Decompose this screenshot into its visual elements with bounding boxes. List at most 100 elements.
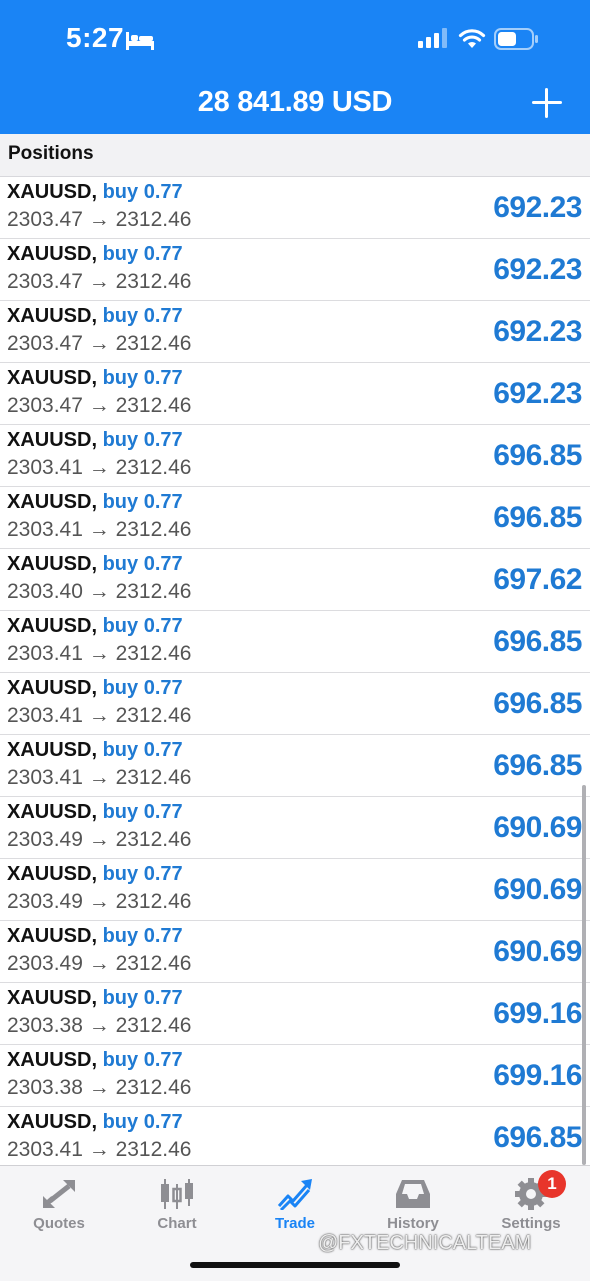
position-row[interactable]: XAUUSD, buy 0.77 2303.41 → 2312.46 696.85 <box>0 425 590 487</box>
settings-notification-badge: 1 <box>538 1170 566 1198</box>
position-row[interactable]: XAUUSD, buy 0.77 2303.41 → 2312.46 696.85 <box>0 487 590 549</box>
tab-label-settings: Settings <box>501 1215 561 1232</box>
status-time: 5:27 <box>66 22 125 53</box>
position-symbol: XAUUSD, buy 0.77 <box>7 863 183 886</box>
symbol-name: XAUUSD, <box>7 863 98 885</box>
position-row[interactable]: XAUUSD, buy 0.77 2303.38 → 2312.46 699.16 <box>0 983 590 1045</box>
positions-section-header: Positions <box>0 134 590 177</box>
tab-label-chart: Chart <box>157 1215 197 1232</box>
price-range: 2303.49 → 2312.46 <box>7 828 192 851</box>
position-row[interactable]: XAUUSD, buy 0.77 2303.47 → 2312.46 692.23 <box>0 239 590 301</box>
price-range: 2303.41 → 2312.46 <box>7 704 192 727</box>
trade-direction-volume: buy 0.77 <box>102 243 183 265</box>
position-row[interactable]: XAUUSD, buy 0.77 2303.49 → 2312.46 690.69 <box>0 859 590 921</box>
position-profit: 696.85 <box>493 439 582 472</box>
candlestick-chart-icon <box>161 1179 193 1209</box>
position-symbol: XAUUSD, buy 0.77 <box>7 677 183 700</box>
home-indicator[interactable] <box>190 1262 400 1268</box>
trade-direction-volume: buy 0.77 <box>102 491 183 513</box>
position-profit: 696.85 <box>493 687 582 720</box>
trade-direction-volume: buy 0.77 <box>102 367 183 389</box>
watermark: @FXTECHNICALTEAM <box>318 1232 532 1254</box>
price-range: 2303.47 → 2312.46 <box>7 394 192 417</box>
position-symbol: XAUUSD, buy 0.77 <box>7 367 183 390</box>
position-symbol: XAUUSD, buy 0.77 <box>7 305 183 328</box>
symbol-name: XAUUSD, <box>7 367 98 389</box>
position-symbol: XAUUSD, buy 0.77 <box>7 491 183 514</box>
position-profit: 699.16 <box>493 997 582 1030</box>
position-row[interactable]: XAUUSD, buy 0.77 2303.41 → 2312.46 696.85 <box>0 673 590 735</box>
price-range: 2303.40 → 2312.46 <box>7 580 192 603</box>
trade-direction-volume: buy 0.77 <box>102 1049 183 1071</box>
tab-label-trade: Trade <box>274 1215 316 1232</box>
position-row[interactable]: XAUUSD, buy 0.77 2303.41 → 2312.46 696.85 <box>0 611 590 673</box>
position-row[interactable]: XAUUSD, buy 0.77 2303.41 → 2312.46 696.85 <box>0 735 590 797</box>
position-symbol: XAUUSD, buy 0.77 <box>7 801 183 824</box>
position-profit: 692.23 <box>493 253 582 286</box>
tab-label-history: History <box>387 1215 439 1232</box>
position-profit: 692.23 <box>493 315 582 348</box>
position-row[interactable]: XAUUSD, buy 0.77 2303.40 → 2312.46 697.62 <box>0 549 590 611</box>
price-range: 2303.47 → 2312.46 <box>7 270 192 293</box>
price-range: 2303.41 → 2312.46 <box>7 1138 192 1161</box>
position-row[interactable]: XAUUSD, buy 0.77 2303.38 → 2312.46 699.16 <box>0 1045 590 1107</box>
trade-direction-volume: buy 0.77 <box>102 553 183 575</box>
position-row[interactable]: XAUUSD, buy 0.77 2303.47 → 2312.46 692.23 <box>0 177 590 239</box>
position-symbol: XAUUSD, buy 0.77 <box>7 181 183 204</box>
price-range: 2303.38 → 2312.46 <box>7 1014 192 1037</box>
symbol-name: XAUUSD, <box>7 925 98 947</box>
trade-direction-volume: buy 0.77 <box>102 615 183 637</box>
position-symbol: XAUUSD, buy 0.77 <box>7 739 183 762</box>
app-header: 5:27 28 841.89 USD <box>0 0 590 134</box>
symbol-name: XAUUSD, <box>7 305 98 327</box>
position-profit: 699.16 <box>493 1059 582 1092</box>
position-symbol: XAUUSD, buy 0.77 <box>7 429 183 452</box>
position-profit: 690.69 <box>493 873 582 906</box>
position-symbol: XAUUSD, buy 0.77 <box>7 615 183 638</box>
quotes-arrows-icon <box>43 1180 75 1208</box>
cellular-signal-icon <box>418 28 447 48</box>
symbol-name: XAUUSD, <box>7 243 98 265</box>
position-row[interactable]: XAUUSD, buy 0.77 2303.47 → 2312.46 692.23 <box>0 363 590 425</box>
scrollbar[interactable] <box>582 785 586 1165</box>
symbol-name: XAUUSD, <box>7 1049 98 1071</box>
price-range: 2303.47 → 2312.46 <box>7 208 192 231</box>
position-profit: 696.85 <box>493 501 582 534</box>
position-profit: 690.69 <box>493 935 582 968</box>
wifi-icon <box>458 29 486 48</box>
tab-quotes[interactable]: Quotes <box>0 1166 118 1246</box>
symbol-name: XAUUSD, <box>7 429 98 451</box>
trade-trend-icon <box>277 1179 312 1210</box>
position-profit: 692.23 <box>493 191 582 224</box>
plus-icon[interactable] <box>532 88 562 118</box>
trade-direction-volume: buy 0.77 <box>102 925 183 947</box>
tab-chart[interactable]: Chart <box>118 1166 236 1246</box>
sleep-focus-icon <box>126 32 154 50</box>
price-range: 2303.49 → 2312.46 <box>7 890 192 913</box>
position-symbol: XAUUSD, buy 0.77 <box>7 987 183 1010</box>
symbol-name: XAUUSD, <box>7 801 98 823</box>
price-range: 2303.41 → 2312.46 <box>7 766 192 789</box>
symbol-name: XAUUSD, <box>7 677 98 699</box>
position-row[interactable]: XAUUSD, buy 0.77 2303.41 → 2312.46 696.85 <box>0 1107 590 1169</box>
position-profit: 696.85 <box>493 1121 582 1154</box>
battery-icon <box>494 28 538 50</box>
trade-direction-volume: buy 0.77 <box>102 429 183 451</box>
trade-direction-volume: buy 0.77 <box>102 181 183 203</box>
position-symbol: XAUUSD, buy 0.77 <box>7 925 183 948</box>
symbol-name: XAUUSD, <box>7 615 98 637</box>
positions-list: XAUUSD, buy 0.77 2303.47 → 2312.46 692.23 X… <box>0 177 590 1169</box>
inbox-tray-icon <box>396 1180 430 1208</box>
position-row[interactable]: XAUUSD, buy 0.77 2303.47 → 2312.46 692.23 <box>0 301 590 363</box>
symbol-name: XAUUSD, <box>7 181 98 203</box>
symbol-name: XAUUSD, <box>7 553 98 575</box>
position-symbol: XAUUSD, buy 0.77 <box>7 553 183 576</box>
price-range: 2303.41 → 2312.46 <box>7 642 192 665</box>
trade-direction-volume: buy 0.77 <box>102 739 183 761</box>
position-row[interactable]: XAUUSD, buy 0.77 2303.49 → 2312.46 690.69 <box>0 921 590 983</box>
price-range: 2303.41 → 2312.46 <box>7 518 192 541</box>
trade-direction-volume: buy 0.77 <box>102 677 183 699</box>
position-profit: 690.69 <box>493 811 582 844</box>
trade-direction-volume: buy 0.77 <box>102 987 183 1009</box>
position-row[interactable]: XAUUSD, buy 0.77 2303.49 → 2312.46 690.69 <box>0 797 590 859</box>
